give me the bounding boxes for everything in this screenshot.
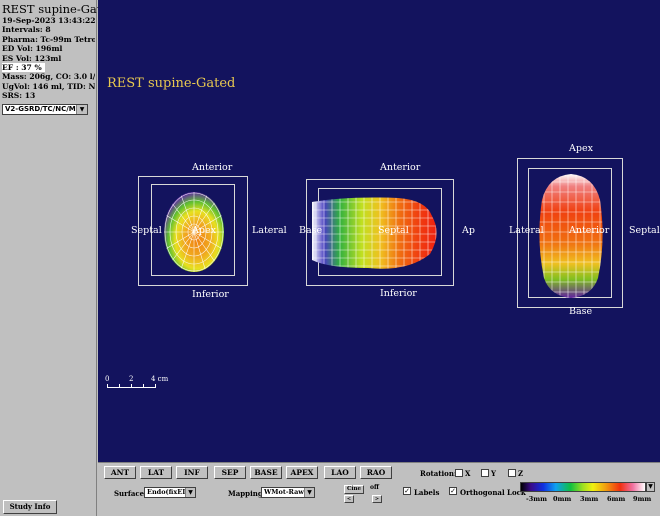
protocol-select[interactable]: V2-GSRD/TC/NC/M ▼ [2, 104, 88, 115]
label-top: Anterior [380, 162, 421, 173]
label-bottom: Base [569, 306, 593, 317]
label-right: Ap [462, 225, 475, 236]
acquisition-date: 19-Sep-2023 13:43:22 [2, 16, 95, 25]
srs-score: SRS: 13 [2, 91, 36, 101]
cine-button[interactable]: Cine [344, 485, 364, 494]
rotation-y-checkbox[interactable] [481, 469, 489, 477]
scale-tick [131, 384, 132, 388]
es-volume: ES Vol: 123ml [2, 53, 62, 63]
surface-viewport[interactable]: REST supine-Gated Anterior Inferior Sept… [98, 0, 660, 462]
colorbar-tick: -3mm [526, 495, 547, 503]
label-right: Septal [629, 225, 660, 236]
scale-tick-label: 4 cm [151, 375, 169, 383]
scale-tick [107, 384, 108, 388]
colorbar-tick: 3mm [580, 495, 599, 503]
view-ant-button[interactable]: ANT [104, 466, 136, 479]
chevron-down-icon: ▼ [304, 488, 314, 497]
label-top: Anterior [192, 162, 233, 173]
study-info-button[interactable]: Study Info [3, 500, 57, 514]
scale-tick [119, 384, 120, 388]
rotation-x-label: X [465, 469, 471, 478]
view-sep-button[interactable]: SEP [214, 466, 246, 479]
color-scale-bar [520, 482, 646, 492]
surface-label: Surface: [114, 489, 147, 498]
label-bottom: Inferior [192, 289, 229, 300]
view-lat-button[interactable]: LAT [140, 466, 172, 479]
mass-co: Mass: 206g, CO: 3.0 l/min [2, 72, 95, 82]
view-lao-button[interactable]: LAO [324, 466, 356, 479]
rotation-x-checkbox[interactable] [455, 469, 463, 477]
mapping-select[interactable]: WMot-Raw ▼ [261, 487, 315, 498]
ed-volume: ED Vol: 196ml [2, 44, 63, 54]
ejection-fraction: EF : 37 % [2, 62, 95, 72]
intervals: Intervals: 8 [2, 25, 51, 35]
label-left: Septal [131, 225, 162, 236]
view-base-button[interactable]: BASE [250, 466, 282, 479]
scale-tick [143, 384, 144, 388]
colorbar-tick: 0mm [553, 495, 572, 503]
chevron-down-icon[interactable]: ▼ [646, 482, 655, 492]
chevron-down-icon: ▼ [185, 488, 195, 497]
colorbar-tick: 6mm [607, 495, 626, 503]
labels-checkbox[interactable]: ✓ [403, 487, 411, 495]
rotation-label: Rotation: [420, 469, 457, 478]
view-apex-button[interactable]: APEX [286, 466, 318, 479]
scale-tick-label: 0 [105, 375, 110, 383]
surface-select[interactable]: Endo(fixED) ▼ [144, 487, 196, 498]
scale-tick [155, 384, 156, 388]
view-title: REST supine-Gated [107, 76, 236, 91]
pharma: Pharma: Tc-99m Tetrofosmi [2, 34, 95, 44]
labels-checkbox-label: Labels [414, 488, 440, 497]
orthogonal-lock-checkbox[interactable]: ✓ [449, 487, 457, 495]
septal-surface-mesh [312, 197, 437, 269]
cine-state: off [370, 484, 379, 491]
control-strip: ANT LAT INF SEP BASE APEX LAO RAO Rotati… [98, 462, 660, 516]
ugvol-tid: UgVol: 146 ml, TID: N/A [2, 81, 95, 91]
scale-bar: 0 2 4 cm [105, 375, 175, 395]
label-center: Septal [378, 225, 409, 236]
label-center: Anterior [569, 225, 610, 236]
rotation-y-label: Y [491, 469, 496, 478]
colorbar-tick: 9mm [633, 495, 652, 503]
mapping-label: Mapping: [228, 489, 266, 498]
study-info-lines: 19-Sep-2023 13:43:22 Intervals: 8 Pharma… [2, 16, 95, 101]
label-left: Lateral [509, 225, 544, 236]
info-panel: REST supine-Gated 19-Sep-2023 13:43:22 I… [0, 0, 116, 516]
cine-prev-button[interactable]: < [344, 495, 354, 503]
label-bottom: Inferior [380, 288, 417, 299]
anterior-surface-mesh [539, 174, 603, 298]
rotation-z-label: Z [518, 469, 524, 478]
chevron-down-icon: ▼ [76, 105, 87, 114]
orthogonal-lock-label: Orthogonal Lock [460, 488, 526, 497]
rotation-z-checkbox[interactable] [508, 469, 516, 477]
scale-tick-label: 2 [129, 375, 134, 383]
view-inf-button[interactable]: INF [176, 466, 208, 479]
label-top: Apex [569, 143, 593, 154]
label-left: Base [299, 225, 323, 236]
label-right: Lateral [252, 225, 287, 236]
view-rao-button[interactable]: RAO [360, 466, 392, 479]
cine-next-button[interactable]: > [372, 495, 382, 503]
label-center: Apex [192, 225, 216, 236]
